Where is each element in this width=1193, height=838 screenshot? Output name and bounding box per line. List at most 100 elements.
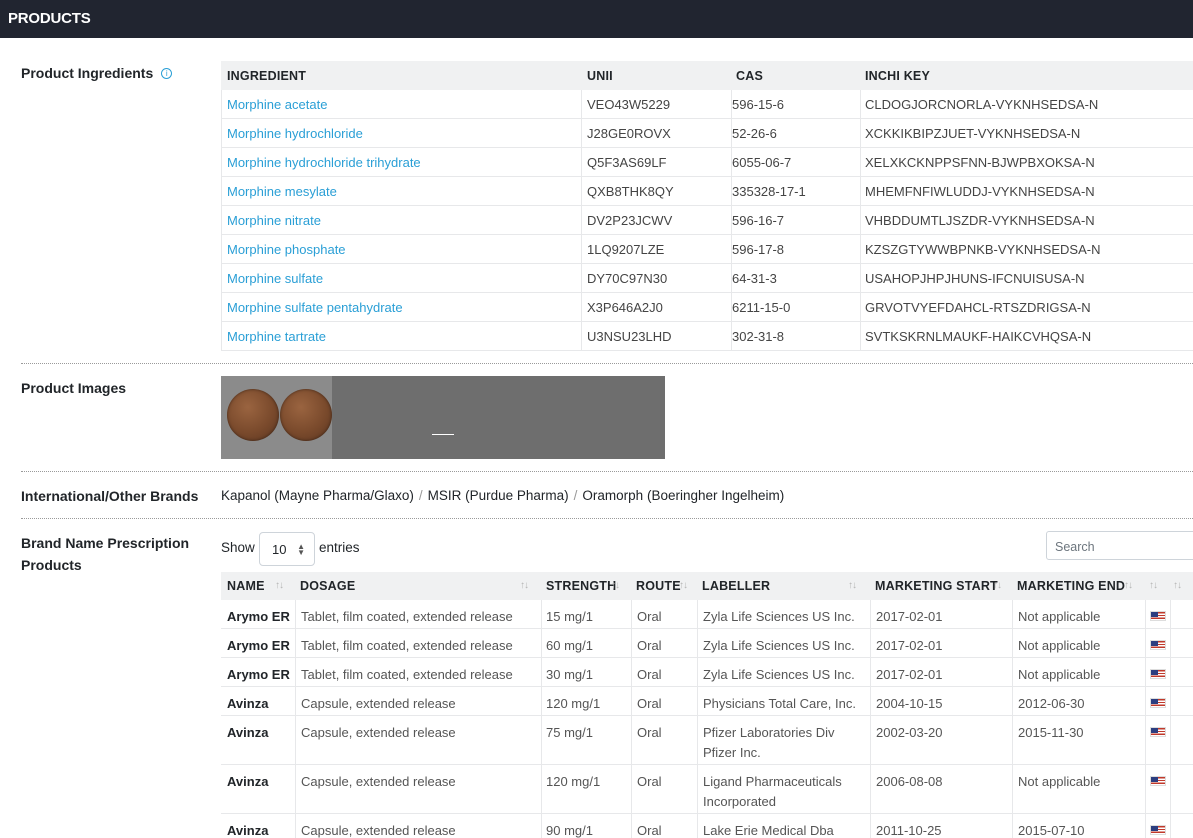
entries-value: 10 bbox=[272, 542, 287, 557]
strength-value: 120 mg/1 bbox=[546, 774, 601, 789]
table-row: Morphine hydrochloride J28GE0ROVX 52-26-6 X… bbox=[221, 119, 1193, 148]
col-name[interactable]: NAME bbox=[227, 579, 265, 593]
col-route[interactable]: ROUTE bbox=[636, 579, 681, 593]
table-row: Arymo ER Tablet, film coated, extended re… bbox=[221, 658, 1193, 687]
info-circle-icon[interactable]: i bbox=[161, 67, 173, 79]
divider bbox=[21, 363, 1193, 364]
marketing-end-value: Not applicable bbox=[1018, 638, 1101, 653]
unii-link[interactable]: DV2P23JCWV bbox=[587, 213, 672, 228]
divider bbox=[21, 471, 1193, 472]
sort-icon[interactable]: ↑↓ bbox=[1149, 580, 1158, 591]
sort-icon[interactable]: ↑↓ bbox=[275, 580, 284, 591]
pill-image bbox=[280, 389, 332, 441]
dosage-value: Tablet, film coated, extended release bbox=[301, 638, 513, 653]
col-cas: CAS bbox=[736, 69, 763, 83]
unii-link[interactable]: 1LQ9207LZE bbox=[587, 242, 664, 257]
col-dosage[interactable]: DOSAGE bbox=[300, 579, 355, 593]
labeller-value: Ligand Pharmaceuticals Incorporated bbox=[703, 774, 842, 809]
marketing-end-value: 2015-11-30 bbox=[1018, 725, 1084, 740]
route-value: Oral bbox=[637, 609, 662, 624]
ingredient-link[interactable]: Morphine sulfate bbox=[227, 271, 323, 286]
ingredient-link[interactable]: Morphine hydrochloride trihydrate bbox=[227, 155, 421, 170]
table-border bbox=[870, 600, 871, 838]
unii-link[interactable]: X3P646A2J0 bbox=[587, 300, 663, 315]
table-row: Avinza Capsule, extended release 75 mg/1 Or… bbox=[221, 716, 1193, 765]
inchi-key-value: XCKKIKBIPZJUET-VYKNHSEDSA-N bbox=[865, 126, 1081, 141]
product-name[interactable]: Avinza bbox=[227, 772, 268, 792]
table-row: Morphine hydrochloride trihydrate Q5F3AS6… bbox=[221, 148, 1193, 177]
entries-select[interactable]: 10 ▲ ▼ bbox=[259, 532, 315, 566]
sort-icon[interactable]: ↑↓ bbox=[848, 580, 857, 591]
sort-icon[interactable]: ↑↓ bbox=[1173, 580, 1182, 591]
route-value: Oral bbox=[637, 638, 662, 653]
strength-value: 120 mg/1 bbox=[546, 696, 601, 711]
table-row: Morphine sulfate DY70C97N30 64-31-3 USAHOPJ… bbox=[221, 264, 1193, 293]
product-image-thumbnail[interactable] bbox=[221, 376, 332, 459]
table-row: Avinza Capsule, extended release 120 mg/1 O… bbox=[221, 765, 1193, 814]
route-value: Oral bbox=[637, 696, 662, 711]
us-flag-icon bbox=[1150, 669, 1166, 679]
sort-icon[interactable]: ↑↓ bbox=[1124, 580, 1133, 591]
unii-link[interactable]: U3NSU23LHD bbox=[587, 329, 672, 344]
table-row: Morphine acetate VEO43W5229 596-15-6 CLDOGJ… bbox=[221, 90, 1193, 119]
product-name[interactable]: Arymo ER bbox=[227, 636, 290, 656]
product-name[interactable]: Arymo ER bbox=[227, 665, 290, 685]
product-name[interactable]: Arymo ER bbox=[227, 607, 290, 627]
cas-value: 596-15-6 bbox=[732, 97, 785, 112]
route-value: Oral bbox=[637, 823, 662, 838]
unii-link[interactable]: Q5F3AS69LF bbox=[587, 155, 667, 170]
ingredient-link[interactable]: Morphine mesylate bbox=[227, 184, 337, 199]
col-marketing-end[interactable]: MARKETING END bbox=[1017, 579, 1125, 593]
page-title: PRODUCTS bbox=[8, 10, 91, 27]
table-border bbox=[295, 600, 296, 838]
col-inchi-key: INCHI KEY bbox=[865, 69, 931, 83]
labeller-value: Zyla Life Sciences US Inc. bbox=[703, 638, 855, 653]
ingredient-link[interactable]: Morphine tartrate bbox=[227, 329, 326, 344]
ingredient-link[interactable]: Morphine sulfate pentahydrate bbox=[227, 300, 403, 315]
search-input[interactable]: Search bbox=[1046, 531, 1193, 560]
us-flag-icon bbox=[1150, 611, 1166, 621]
carousel-indicator[interactable] bbox=[432, 434, 454, 435]
marketing-start-value: 2017-02-01 bbox=[876, 667, 943, 682]
cas-value: 302-31-8 bbox=[732, 329, 785, 344]
sort-icon[interactable]: ↑↓ bbox=[993, 580, 1002, 591]
cas-value: 52-26-6 bbox=[732, 126, 777, 141]
table-row: Arymo ER Tablet, film coated, extended re… bbox=[221, 629, 1193, 658]
sort-icon[interactable]: ↑↓ bbox=[679, 580, 688, 591]
cas-value: 6211-15-0 bbox=[732, 300, 791, 315]
col-strength[interactable]: STRENGTH bbox=[546, 579, 616, 593]
brand-item: Oramorph (Boeringher Ingelheim) bbox=[582, 488, 785, 503]
unii-link[interactable]: VEO43W5229 bbox=[587, 97, 670, 112]
product-image-carousel[interactable] bbox=[221, 376, 665, 459]
product-name[interactable]: Avinza bbox=[227, 723, 268, 743]
table-border bbox=[860, 90, 861, 351]
table-row: Morphine mesylate QXB8THK8QY 335328-17-1 MH… bbox=[221, 177, 1193, 206]
labeller-value: Pfizer Laboratories Div Pfizer Inc. bbox=[703, 725, 835, 760]
route-value: Oral bbox=[637, 725, 662, 740]
unii-link[interactable]: QXB8THK8QY bbox=[587, 184, 674, 199]
page-header: PRODUCTS bbox=[0, 0, 1193, 38]
brand-separator: / bbox=[418, 488, 423, 503]
marketing-start-value: 2011-10-25 bbox=[876, 823, 942, 838]
table-row: Avinza Capsule, extended release 90 mg/1 Or… bbox=[221, 814, 1193, 838]
us-flag-icon bbox=[1150, 727, 1166, 737]
unii-link[interactable]: J28GE0ROVX bbox=[587, 126, 671, 141]
us-flag-icon bbox=[1150, 776, 1166, 786]
ingredient-link[interactable]: Morphine nitrate bbox=[227, 213, 321, 228]
brands-list: Kapanol (Mayne Pharma/Glaxo) / MSIR (Purdu… bbox=[221, 488, 784, 503]
labeller-value: Physicians Total Care, Inc. bbox=[703, 696, 856, 711]
ingredient-link[interactable]: Morphine phosphate bbox=[227, 242, 346, 257]
unii-link[interactable]: DY70C97N30 bbox=[587, 271, 667, 286]
product-name[interactable]: Avinza bbox=[227, 821, 268, 838]
ingredient-link[interactable]: Morphine hydrochloride bbox=[227, 126, 363, 141]
sort-icon[interactable]: ↑↓ bbox=[611, 580, 620, 591]
cas-value: 335328-17-1 bbox=[732, 184, 806, 199]
sort-icon[interactable]: ↑↓ bbox=[520, 580, 529, 591]
product-name[interactable]: Avinza bbox=[227, 694, 268, 714]
table-border bbox=[581, 90, 582, 351]
cas-value: 596-16-7 bbox=[732, 213, 785, 228]
col-marketing-start[interactable]: MARKETING START bbox=[875, 579, 998, 593]
col-labeller[interactable]: LABELLER bbox=[702, 579, 770, 593]
ingredient-link[interactable]: Morphine acetate bbox=[227, 97, 327, 112]
inchi-key-value: GRVOTVYEFDAHCL-RTSZDRIGSA-N bbox=[865, 300, 1091, 315]
